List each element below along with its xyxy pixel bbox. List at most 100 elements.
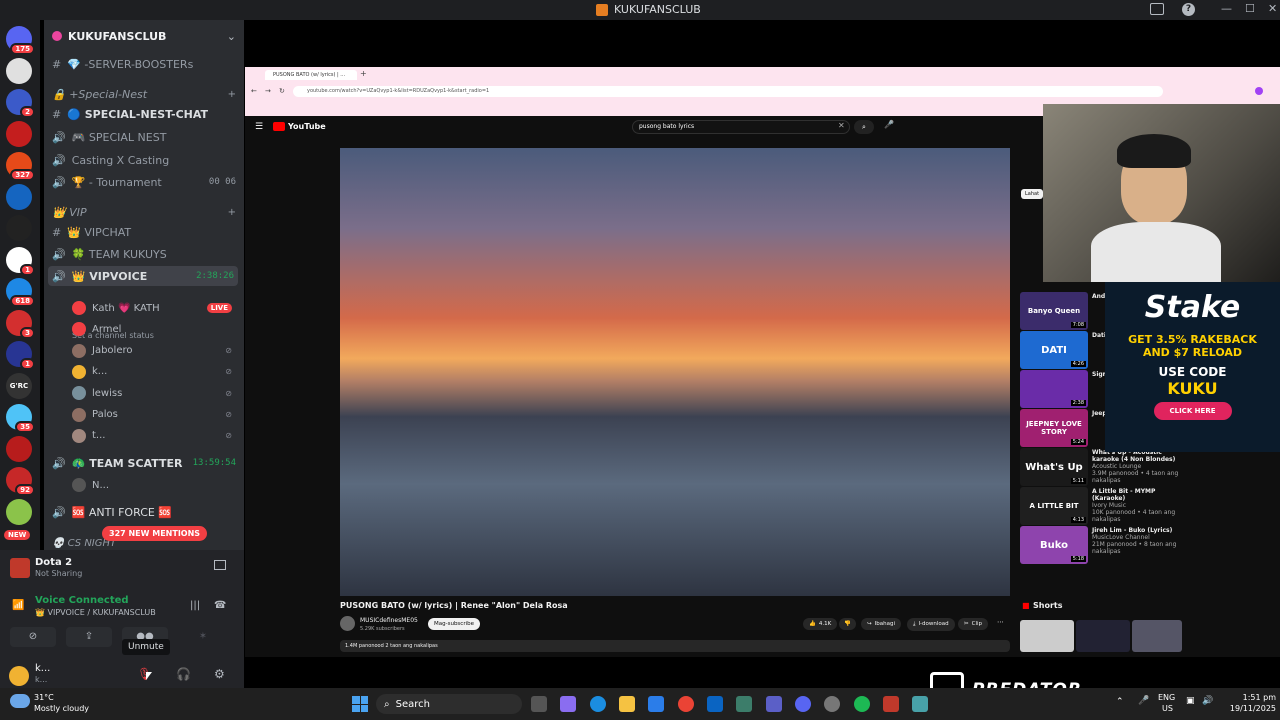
recommended-thumbnail[interactable]: What's Up 5:11 xyxy=(1020,448,1088,486)
short-thumbnail[interactable] xyxy=(1076,620,1130,652)
server-icon[interactable] xyxy=(6,57,32,84)
server-icon[interactable]: 327 xyxy=(6,152,35,181)
screen-share-icon[interactable] xyxy=(214,560,226,570)
channel-row[interactable]: 🔊 🎮 SPECIAL NEST xyxy=(52,127,236,147)
channel-row[interactable]: 🔊 Casting X Casting xyxy=(52,150,236,170)
microphone-icon[interactable]: 🎤 xyxy=(1138,696,1149,706)
channel-team-scatter[interactable]: 🔊 🦚 TEAM SCATTER 13:59:54 xyxy=(52,453,236,473)
forward-icon[interactable]: → xyxy=(265,87,271,95)
add-channel-icon[interactable]: + xyxy=(228,207,236,218)
weather-temp[interactable]: 31°C xyxy=(34,693,54,702)
voice-user[interactable]: Jabolero ⊘ xyxy=(72,342,232,360)
voice-user[interactable]: Palos ⊘ xyxy=(72,406,232,424)
soundboard-button[interactable]: ✶ xyxy=(180,627,226,647)
channel-avatar[interactable] xyxy=(340,616,355,631)
youtube-logo[interactable]: YouTube xyxy=(273,122,326,131)
recommended-thumbnail[interactable]: 2:38 xyxy=(1020,370,1088,408)
recommended-info[interactable]: A Little Bit - MYMP (Karaoke) Ivory Music… xyxy=(1092,488,1182,523)
headphones-deafened-icon[interactable]: 🎧 xyxy=(176,667,191,681)
reload-icon[interactable]: ↻ xyxy=(279,87,285,95)
channel-row[interactable]: 🔊 👑 VIPVOICE 2:38:26 xyxy=(48,266,238,286)
stake-ad[interactable]: Stake GET 3.5% RAKEBACK AND $7 RELOAD US… xyxy=(1105,282,1280,452)
server-icon[interactable]: 618 xyxy=(6,278,35,307)
notepad-icon[interactable] xyxy=(912,696,928,712)
category-row[interactable]: 🔒 +Special-Nest + xyxy=(52,84,236,104)
app-red-icon[interactable] xyxy=(883,696,899,712)
clear-search-icon[interactable]: ✕ xyxy=(838,121,845,130)
server-icon[interactable]: 1 xyxy=(6,341,35,370)
mail-icon[interactable] xyxy=(707,696,723,712)
file-explorer-icon[interactable] xyxy=(619,696,635,712)
server-icon[interactable] xyxy=(6,215,32,241)
channel-row[interactable]: # 💎 -SERVER-BOOSTERs xyxy=(52,54,236,74)
network-icon[interactable]: ▣ xyxy=(1186,696,1195,706)
channel-name[interactable]: MUSICdefinesME05 xyxy=(360,617,418,624)
app-icon[interactable] xyxy=(736,696,752,712)
recommended-info[interactable]: Jireh Lim - Buko (Lyrics) MusicLove Chann… xyxy=(1092,527,1182,555)
voice-user[interactable]: N... xyxy=(72,476,109,494)
channel-row[interactable]: 🔊 🏆 - Tournament 00 06 xyxy=(52,172,236,192)
subscribe-button[interactable]: Mag-subscribe xyxy=(428,618,480,630)
chrome-icon[interactable] xyxy=(678,696,694,712)
server-icon[interactable] xyxy=(6,435,32,462)
voice-user[interactable]: Kath 💗 KATH LIVE xyxy=(72,299,232,317)
recommended-thumbnail[interactable]: Banyo Queen 7:08 xyxy=(1020,292,1088,330)
taskbar-search[interactable]: ⌕ Search xyxy=(376,694,522,714)
more-icon[interactable]: ⋯ xyxy=(997,618,1004,626)
dislike-button[interactable]: 👎 xyxy=(839,618,856,630)
add-channel-icon[interactable]: + xyxy=(228,89,236,100)
server-icon[interactable]: 175 xyxy=(6,26,35,55)
close-button[interactable]: ✕ xyxy=(1268,2,1277,15)
discord-icon[interactable] xyxy=(795,696,811,712)
language-label[interactable]: ENG xyxy=(1158,693,1175,702)
channel-row[interactable]: 🔊 🍀 TEAM KUKUYS xyxy=(52,244,236,264)
minimize-button[interactable]: — xyxy=(1221,2,1232,15)
disconnect-icon[interactable]: ☎ xyxy=(214,600,226,611)
inbox-icon[interactable] xyxy=(1150,3,1164,15)
copilot-icon[interactable] xyxy=(560,696,576,712)
screen-share-button[interactable]: ⇪ xyxy=(66,627,112,647)
avatar[interactable] xyxy=(9,666,29,686)
server-icon[interactable] xyxy=(6,183,32,210)
spotify-icon[interactable] xyxy=(854,696,870,712)
recommended-info[interactable]: What's Up - Acoustic karaoke (4 Non Blon… xyxy=(1092,449,1182,484)
recommended-thumbnail[interactable]: Buko 5:18 xyxy=(1020,526,1088,564)
settings-gear-icon[interactable]: ⚙ xyxy=(214,667,225,681)
category-row[interactable]: 👑 VIP + xyxy=(52,202,236,222)
download-button[interactable]: ⤓ I-download xyxy=(907,618,955,631)
voice-user[interactable]: lewiss ⊘ xyxy=(72,384,232,402)
guild-header[interactable]: KUKUFANSCLUB ⌄ xyxy=(52,26,236,46)
video-description[interactable]: 1.4M panonood 2 taon ang nakalipas xyxy=(340,640,1010,652)
address-bar[interactable]: youtube.com/watch?v=UZaQvyp1-k&list=RDUZ… xyxy=(293,86,1163,97)
search-icon[interactable]: ⌕ xyxy=(854,120,874,134)
edge-icon[interactable] xyxy=(590,696,606,712)
voice-user[interactable]: t... ⊘ xyxy=(72,427,232,445)
server-icon[interactable]: 3 xyxy=(6,309,35,339)
short-thumbnail[interactable] xyxy=(1020,620,1074,652)
channel-anti-force[interactable]: 🔊 🆘 ANTI FORCE 🆘 xyxy=(52,502,172,522)
voice-search-icon[interactable]: 🎤 xyxy=(884,120,894,129)
maximize-button[interactable]: ☐ xyxy=(1245,2,1255,15)
new-mentions-pill[interactable]: 327 NEW MENTIONS xyxy=(102,526,208,541)
menu-icon[interactable]: ☰ xyxy=(255,122,263,132)
obs-icon[interactable] xyxy=(824,696,840,712)
chevron-down-icon[interactable]: ⌄ xyxy=(227,30,236,43)
weather-icon[interactable] xyxy=(10,694,30,708)
recommended-thumbnail[interactable]: JEEPNEY LOVE STORY 5:24 xyxy=(1020,409,1088,447)
help-icon[interactable]: ? xyxy=(1182,3,1195,16)
recommended-thumbnail[interactable]: DATI 4:26 xyxy=(1020,331,1088,369)
server-icon[interactable] xyxy=(6,120,32,147)
stake-click-button[interactable]: CLICK HERE xyxy=(1153,402,1232,420)
voice-user[interactable]: Armel xyxy=(72,320,232,338)
server-icon[interactable] xyxy=(6,498,32,525)
voice-user[interactable]: k... ⊘ xyxy=(72,363,232,381)
clip-button[interactable]: ✂ Clip xyxy=(958,618,988,630)
recommended-thumbnail[interactable]: A LITTLE BIT 4:13 xyxy=(1020,487,1088,525)
like-button[interactable]: 👍 4.1K xyxy=(803,618,838,630)
channel-row[interactable]: # 👑 VIPCHAT xyxy=(52,222,236,242)
server-icon[interactable]: G'RC xyxy=(6,372,32,399)
task-view-icon[interactable] xyxy=(531,696,547,712)
youtube-search-input[interactable]: pusong bato lyrics xyxy=(632,120,850,134)
camera-off-button[interactable]: ⊘ xyxy=(10,627,56,647)
short-thumbnail[interactable] xyxy=(1132,620,1182,652)
